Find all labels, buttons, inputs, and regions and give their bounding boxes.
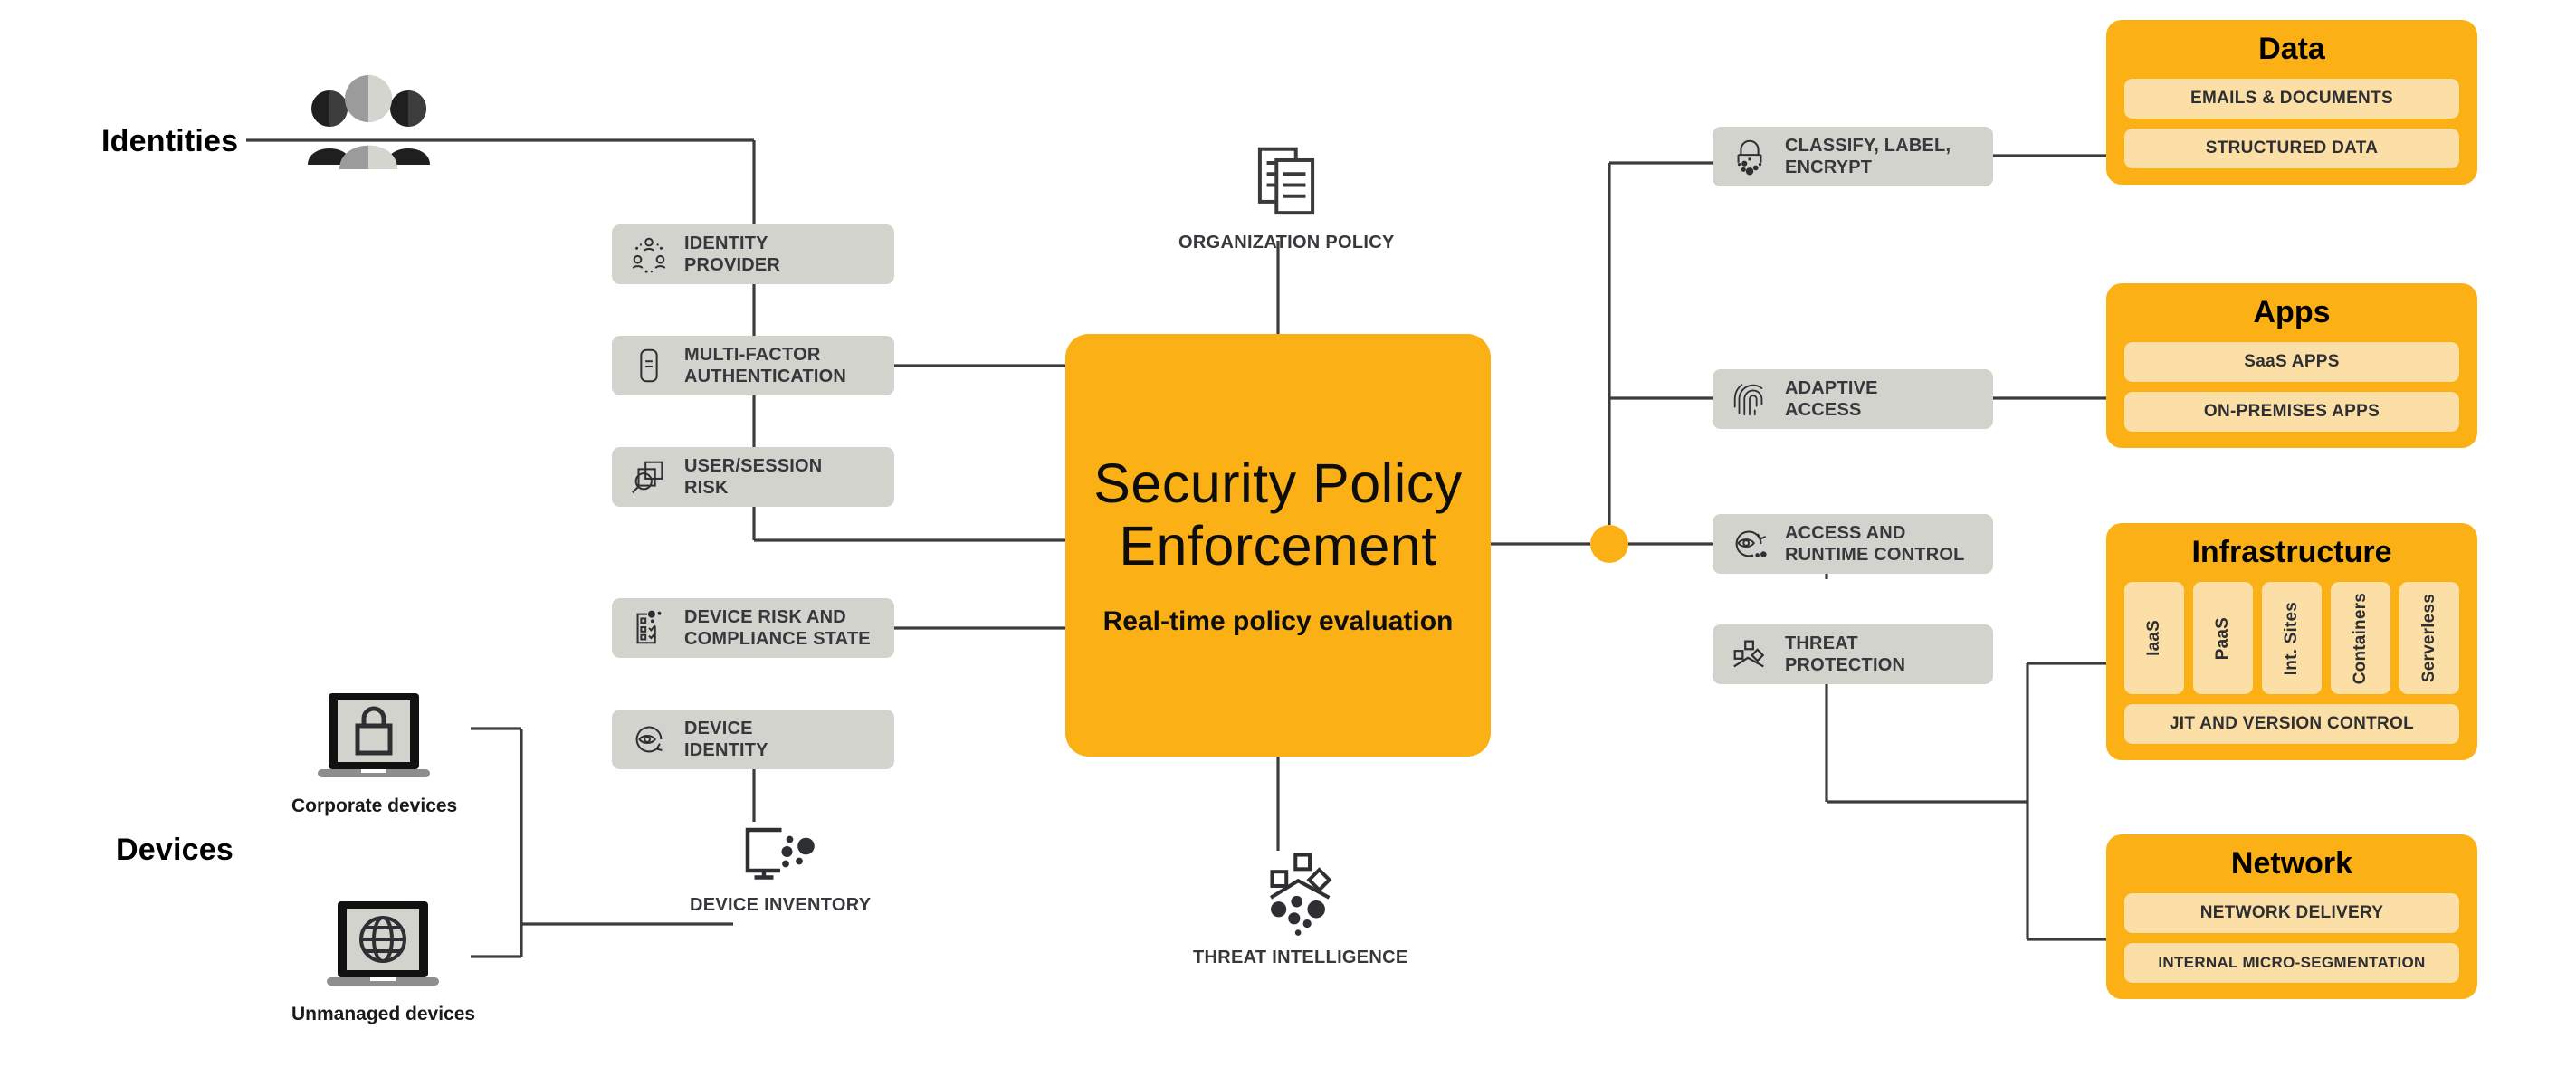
devices-section-label: Devices [116, 833, 234, 867]
organization-policy-node: ORGANIZATION POLICY [1178, 143, 1395, 253]
estate-item[interactable]: EMAILS & DOCUMENTS [2124, 79, 2459, 119]
signal-label: USER/SESSION RISK [684, 455, 823, 498]
device-inventory-node: DEVICE INVENTORY [690, 822, 871, 916]
signal-identity-provider[interactable]: IDENTITY PROVIDER [612, 224, 894, 284]
people-network-icon [625, 230, 673, 279]
hub-subtitle: Real-time policy evaluation [1102, 605, 1454, 636]
control-classify-label-encrypt[interactable]: CLASSIFY, LABEL, ENCRYPT [1713, 127, 1993, 186]
device-inventory-caption: DEVICE INVENTORY [690, 895, 872, 915]
estate-panel-network[interactable]: Network NETWORK DELIVERY INTERNAL MICRO-… [2106, 834, 2477, 1000]
security-policy-enforcement-hub[interactable]: Security Policy Enforcement Real-time po… [1065, 334, 1491, 757]
estate-item-vertical[interactable]: IaaS [2124, 582, 2184, 695]
estate-item-vertical-label: IaaS [2144, 620, 2163, 657]
estate-item-vertical[interactable]: Int. Sites [2262, 582, 2322, 695]
estate-item-vertical-label: Containers [2351, 592, 2370, 685]
panel-title: Data [2258, 32, 2325, 66]
checklist-icon [625, 604, 673, 653]
panel-title: Infrastructure [2191, 535, 2392, 569]
estate-item-vertical[interactable]: Containers [2331, 582, 2390, 695]
estate-item[interactable]: NETWORK DELIVERY [2124, 893, 2459, 934]
eye-refresh-dots-icon [1725, 519, 1774, 568]
endpoint-caption: Corporate devices [291, 795, 458, 816]
fingerprint-icon [1725, 375, 1774, 424]
estate-panel-apps[interactable]: Apps SaaS APPS ON-PREMISES APPS [2106, 283, 2477, 449]
estate-item-vertical-label: PaaS [2213, 616, 2232, 661]
identities-people-node [299, 74, 439, 174]
signal-label: IDENTITY PROVIDER [684, 233, 781, 275]
signal-user-session-risk[interactable]: USER/SESSION RISK [612, 447, 894, 507]
documents-icon [1258, 147, 1315, 215]
policy-decision-dot [1590, 525, 1628, 563]
eye-refresh-icon [625, 715, 673, 764]
signal-label: DEVICE IDENTITY [684, 718, 768, 760]
estate-item[interactable]: STRUCTURED DATA [2124, 129, 2459, 169]
threat-scatter-icon [1269, 853, 1332, 936]
threat-shapes-icon [1725, 630, 1774, 679]
estate-item[interactable]: SaaS APPS [2124, 342, 2459, 383]
endpoint-caption: Unmanaged devices [291, 1004, 476, 1024]
threat-intelligence-node: THREAT INTELLIGENCE [1193, 851, 1408, 968]
signal-multi-factor-authentication[interactable]: MULTI-FACTOR AUTHENTICATION [612, 336, 894, 395]
estate-panel-infrastructure[interactable]: Infrastructure IaaS PaaS Int. Sites Cont… [2106, 523, 2477, 761]
infrastructure-vertical-row: IaaS PaaS Int. Sites Containers Serverle… [2124, 582, 2459, 695]
signal-device-risk-and-compliance-state[interactable]: DEVICE RISK AND COMPLIANCE STATE [612, 598, 894, 658]
zero-trust-diagram: Identities Devices IDENTITY PROVIDER MUL… [0, 0, 2576, 1086]
laptop-globe-icon [326, 901, 439, 986]
control-label: CLASSIFY, LABEL, ENCRYPT [1785, 135, 1951, 177]
panel-title: Network [2230, 846, 2353, 881]
people-group-icon [308, 75, 430, 169]
control-threat-protection[interactable]: THREAT PROTECTION [1713, 624, 1993, 684]
signal-device-identity[interactable]: DEVICE IDENTITY [612, 710, 894, 769]
estate-item[interactable]: JIT AND VERSION CONTROL [2124, 704, 2459, 745]
monitor-dots-icon [745, 827, 816, 880]
estate-item-vertical[interactable]: Serverless [2399, 582, 2459, 695]
organization-policy-caption: ORGANIZATION POLICY [1178, 233, 1395, 252]
control-label: ADAPTIVE ACCESS [1785, 377, 1878, 420]
control-access-and-runtime-control[interactable]: ACCESS AND RUNTIME CONTROL [1713, 514, 1993, 574]
control-label: ACCESS AND RUNTIME CONTROL [1785, 522, 1965, 565]
identities-section-label: Identities [101, 124, 239, 158]
estate-item[interactable]: INTERNAL MICRO-SEGMENTATION [2124, 943, 2459, 984]
control-label: THREAT PROTECTION [1785, 633, 1906, 675]
mobile-token-icon [625, 341, 673, 390]
panel-title: Apps [2253, 295, 2331, 329]
endpoint-corporate-devices: Corporate devices [291, 690, 457, 817]
signal-label: DEVICE RISK AND COMPLIANCE STATE [684, 606, 871, 649]
signal-label: MULTI-FACTOR AUTHENTICATION [684, 344, 847, 386]
estate-item-vertical-label: Serverless [2419, 594, 2438, 683]
hub-title: Security Policy Enforcement [1093, 452, 1463, 576]
magnifier-windows-icon [625, 452, 673, 501]
estate-item[interactable]: ON-PREMISES APPS [2124, 392, 2459, 433]
control-adaptive-access[interactable]: ADAPTIVE ACCESS [1713, 369, 1993, 429]
threat-intelligence-caption: THREAT INTELLIGENCE [1193, 948, 1408, 967]
laptop-lock-icon [317, 693, 430, 777]
endpoint-unmanaged-devices: Unmanaged devices [291, 898, 475, 1025]
estate-item-vertical-label: Int. Sites [2282, 601, 2301, 675]
lock-dots-icon [1725, 132, 1774, 181]
estate-panel-data[interactable]: Data EMAILS & DOCUMENTS STRUCTURED DATA [2106, 20, 2477, 186]
estate-item-vertical[interactable]: PaaS [2193, 582, 2253, 695]
